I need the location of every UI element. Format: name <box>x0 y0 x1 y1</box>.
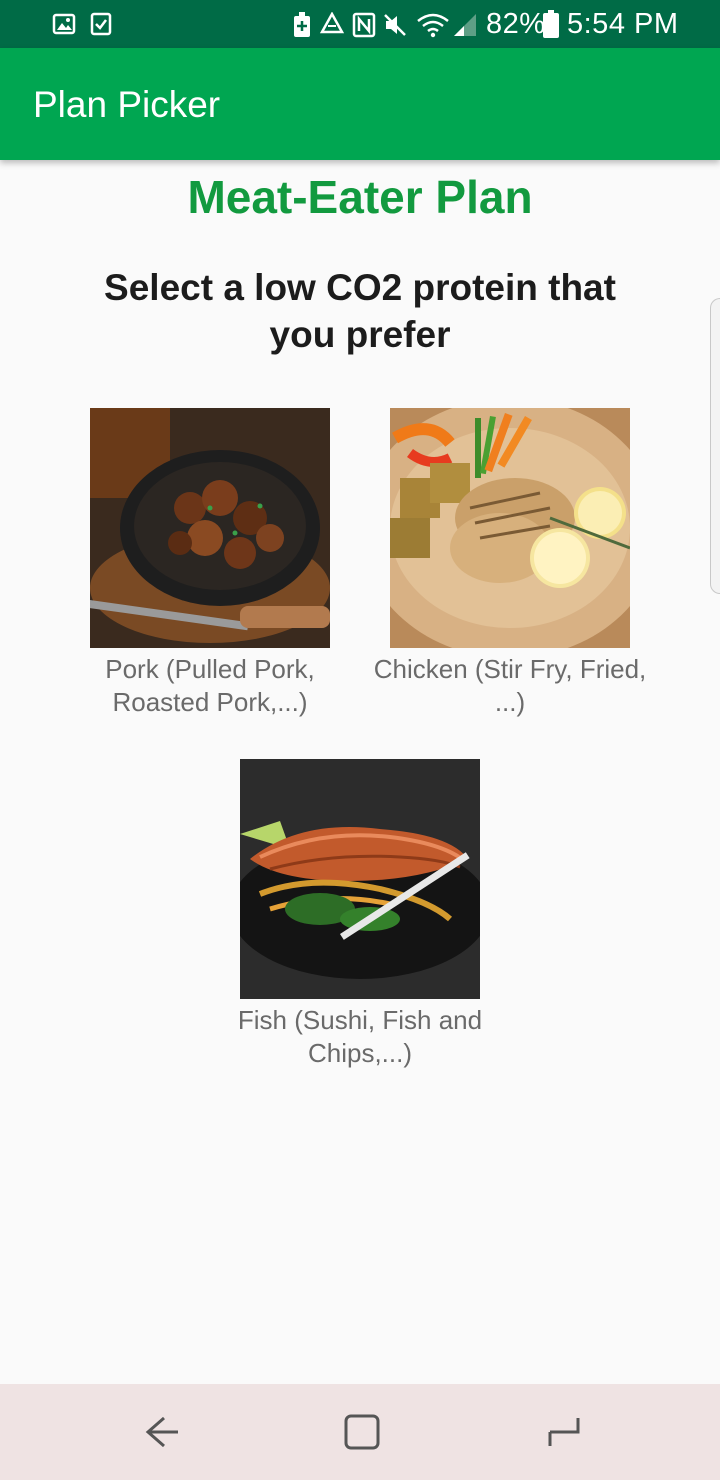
chicken-dish-image[interactable] <box>390 408 630 648</box>
clock: 5:54 PM <box>567 8 679 40</box>
recycle-icon <box>319 12 345 34</box>
battery-saver-icon <box>294 12 310 37</box>
plan-title: Meat-Eater Plan <box>187 171 533 223</box>
nfc-icon <box>352 12 376 38</box>
home-icon[interactable] <box>342 1412 382 1452</box>
app-title: Plan Picker <box>33 84 221 125</box>
status-bar: 82% 5:54 PM <box>0 0 720 48</box>
option-label: Fish (Sushi, Fish and Chips,...) <box>237 1005 483 1068</box>
signal-icon <box>454 14 476 36</box>
navigation-bar <box>0 1384 720 1480</box>
option-fish[interactable]: Fish (Sushi, Fish and Chips,...) <box>220 759 500 1070</box>
mute-icon <box>384 14 406 36</box>
back-icon[interactable] <box>142 1412 182 1452</box>
checklist-icon <box>90 12 112 36</box>
option-label: Chicken (Stir Fry, Fried, ...) <box>373 654 647 717</box>
image-icon <box>52 13 76 35</box>
pork-dish-image[interactable] <box>90 408 330 648</box>
battery-icon <box>543 10 559 38</box>
recents-icon[interactable] <box>544 1412 584 1452</box>
app-bar: Plan Picker <box>0 48 720 160</box>
battery-percent: 82% <box>486 8 546 40</box>
edge-panel-handle[interactable] <box>710 298 720 594</box>
fish-dish-image[interactable] <box>240 759 480 999</box>
wifi-icon <box>417 13 449 38</box>
option-chicken[interactable]: Chicken (Stir Fry, Fried, ...) <box>370 408 650 719</box>
selection-prompt: Select a low CO2 protein that you prefer <box>104 267 616 355</box>
option-label: Pork (Pulled Pork, Roasted Pork,...) <box>105 654 315 717</box>
option-pork[interactable]: Pork (Pulled Pork, Roasted Pork,...) <box>70 408 350 719</box>
